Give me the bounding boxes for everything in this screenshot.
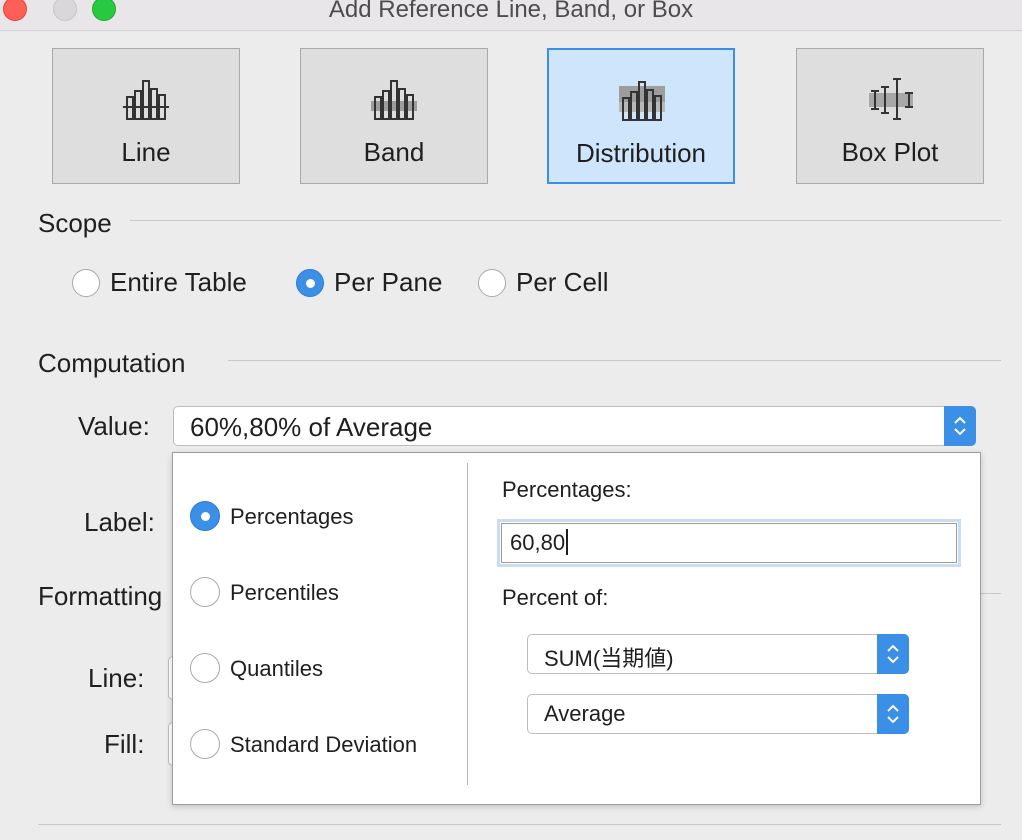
percentiles-option-label[interactable]: Percentiles <box>230 580 339 606</box>
reference-band-icon <box>301 77 487 123</box>
measure-dropdown[interactable]: SUM(当期値) <box>527 634 909 674</box>
chevron-up-down-icon <box>887 644 899 664</box>
box-plot-type-button[interactable]: Box Plot <box>796 48 984 184</box>
distribution-icon <box>549 78 733 124</box>
reference-line-icon <box>53 77 239 123</box>
percentages-input[interactable]: 60,80 <box>497 519 961 567</box>
fill-format-label: Fill: <box>104 729 145 759</box>
scope-entire-table-label[interactable]: Entire Table <box>110 267 247 298</box>
line-type-label: Line <box>121 137 171 167</box>
text-caret <box>566 529 568 555</box>
line-format-label: Line: <box>88 663 145 693</box>
measure-dropdown-stepper[interactable] <box>877 634 909 674</box>
line-type-button[interactable]: Line <box>52 48 240 184</box>
value-dropdown[interactable]: 60%,80% of Average <box>173 406 976 446</box>
label-label: Label: <box>84 507 155 537</box>
formatting-header: Formatting <box>38 581 163 611</box>
title-bar: Add Reference Line, Band, or Box <box>0 0 1022 31</box>
quantiles-option-label[interactable]: Quantiles <box>230 656 323 682</box>
value-dropdown-stepper[interactable] <box>944 406 976 446</box>
scope-entire-table-radio[interactable] <box>72 269 100 297</box>
scope-per-cell-label[interactable]: Per Cell <box>516 267 608 298</box>
computation-divider <box>228 360 1001 361</box>
aggregation-dropdown-stepper[interactable] <box>877 694 909 734</box>
popover-separator <box>467 463 468 785</box>
scope-header: Scope <box>38 208 112 238</box>
bottom-divider <box>38 824 1001 825</box>
percentages-field-label: Percentages: <box>502 477 632 502</box>
value-computation-popover: Percentages Percentiles Quantiles Standa… <box>172 452 981 805</box>
percentiles-radio[interactable] <box>190 577 220 607</box>
distribution-type-button[interactable]: Distribution <box>547 48 735 184</box>
aggregation-dropdown-text: Average <box>544 701 626 726</box>
percent-of-label: Percent of: <box>502 585 609 610</box>
band-type-button[interactable]: Band <box>300 48 488 184</box>
value-label: Value: <box>78 411 150 441</box>
chevron-up-down-icon <box>954 416 966 436</box>
box-plot-icon <box>797 77 983 123</box>
standard-deviation-option-label[interactable]: Standard Deviation <box>230 732 417 758</box>
distribution-type-label: Distribution <box>575 138 707 168</box>
percentages-input-text: 60,80 <box>510 530 566 555</box>
aggregation-dropdown[interactable]: Average <box>527 694 909 734</box>
standard-deviation-radio[interactable] <box>190 729 220 759</box>
scope-per-pane-radio[interactable] <box>296 269 324 297</box>
window-title: Add Reference Line, Band, or Box <box>328 0 694 23</box>
formatting-divider <box>980 593 1001 594</box>
percentages-radio[interactable] <box>190 501 220 531</box>
scope-per-pane-label[interactable]: Per Pane <box>334 267 442 298</box>
box-plot-type-label: Box Plot <box>841 137 939 167</box>
chevron-up-down-icon <box>887 704 899 724</box>
percentages-option-label[interactable]: Percentages <box>230 504 354 530</box>
measure-dropdown-text: SUM(当期値) <box>544 646 674 671</box>
computation-header: Computation <box>38 348 186 378</box>
band-type-label: Band <box>363 137 425 167</box>
value-dropdown-text: 60%,80% of Average <box>190 412 433 442</box>
scope-divider <box>130 220 1001 221</box>
scope-per-cell-radio[interactable] <box>478 269 506 297</box>
quantiles-radio[interactable] <box>190 653 220 683</box>
